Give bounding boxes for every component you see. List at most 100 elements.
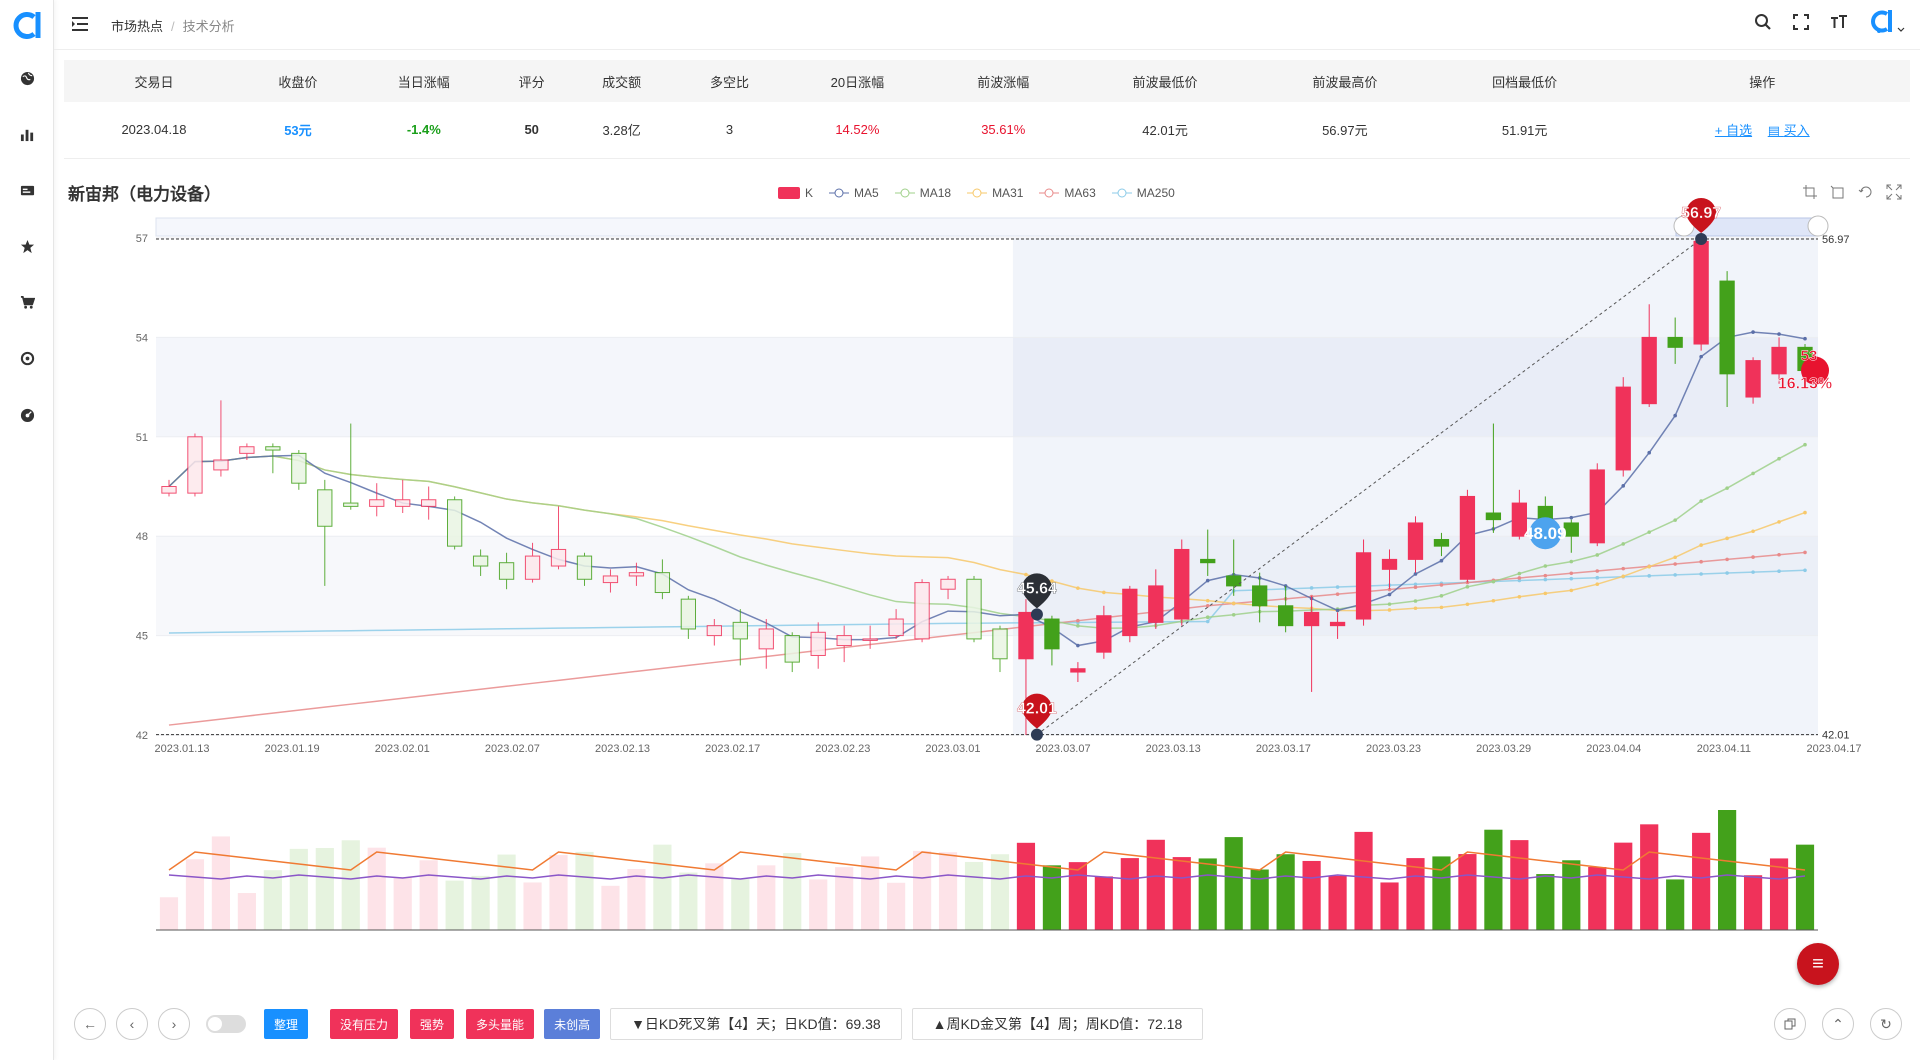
candle-body: [395, 499, 411, 507]
y-tick-label: 51: [136, 432, 148, 444]
volume-bar: [1666, 879, 1685, 930]
volume-ma-line: [168, 874, 1806, 880]
candle: [187, 433, 203, 497]
volume-bar: [990, 854, 1010, 930]
volume-bar: [1302, 860, 1321, 930]
marker-label: 42.01: [1017, 701, 1057, 718]
ma-point: [1543, 591, 1548, 596]
candle-body: [1615, 386, 1631, 471]
copy-icon[interactable]: [1774, 1008, 1806, 1040]
ma-point: [1076, 643, 1080, 648]
ma-point: [1439, 605, 1444, 610]
marker-dot: [1030, 728, 1043, 741]
scroll-top-icon[interactable]: ⌃: [1822, 1008, 1854, 1040]
candle-body: [836, 635, 852, 647]
ma-point: [1673, 413, 1677, 418]
candle-body: [265, 446, 281, 451]
tag-not-new-high[interactable]: 未创高: [544, 1009, 601, 1039]
volume-bar: [1068, 862, 1087, 930]
ma-point: [1699, 499, 1703, 503]
volume-bar: [1536, 874, 1555, 930]
marker-dot: [1030, 608, 1043, 621]
ma-point: [1491, 598, 1496, 603]
ma-point: [1076, 624, 1080, 628]
toggle-switch[interactable]: [206, 1015, 246, 1033]
candle-body: [550, 548, 567, 567]
ma-point: [1699, 559, 1703, 564]
ma-point: [1595, 575, 1600, 580]
ma-point: [1595, 569, 1600, 573]
ma-point: [1569, 559, 1574, 564]
ma-point: [1076, 618, 1080, 623]
ma-point: [1076, 586, 1080, 590]
candle-body: [524, 555, 541, 580]
x-tick-label: 2023.02.01: [375, 743, 430, 755]
tag-consolidate[interactable]: 整理: [264, 1009, 309, 1039]
volume-bar: [1042, 865, 1062, 930]
x-tick-label: 2023.01.13: [154, 743, 209, 755]
ma-point: [1595, 582, 1600, 586]
menu-fab-button[interactable]: ≡: [1797, 943, 1839, 985]
candle-body: [1667, 336, 1683, 348]
ma-point: [1387, 608, 1392, 612]
ma-point: [1309, 586, 1314, 590]
current-price-label: 53: [1801, 348, 1818, 365]
ma-point: [1231, 612, 1236, 617]
volume-bar: [523, 882, 542, 930]
candle-body: [213, 459, 229, 471]
volume-bar: [1718, 810, 1737, 930]
ma-point: [1803, 510, 1807, 515]
tag-strong[interactable]: 强势: [410, 1009, 455, 1039]
volume-bar: [289, 848, 308, 930]
volume-bar: [367, 847, 386, 930]
x-tick-label: 2023.04.17: [1806, 743, 1861, 755]
candle-body: [472, 555, 489, 567]
candle: [1459, 489, 1476, 583]
ma-point: [1205, 598, 1210, 603]
candle-body: [1174, 548, 1190, 620]
ma-point: [1751, 529, 1755, 534]
candlestick-chart[interactable]: 57 54 51 48 45 42 56.97 42.01 2023.01.13 2023.01…: [0, 0, 1920, 1000]
tag-bullish-volume[interactable]: 多头量能: [466, 1009, 535, 1039]
candle-body: [1381, 558, 1398, 570]
next-button[interactable]: ›: [158, 1008, 190, 1040]
candle: [1355, 539, 1372, 626]
x-tick-label: 2023.03.07: [1036, 743, 1091, 755]
candle-body: [1719, 280, 1735, 375]
candle-body: [1252, 585, 1268, 607]
candle-body: [914, 582, 930, 640]
ma-point: [1543, 577, 1548, 582]
ma-point: [1413, 585, 1418, 590]
volume-bar: [549, 855, 568, 930]
current-change-label: 16.13%: [1778, 376, 1832, 393]
marker-label: 56.97: [1681, 205, 1721, 222]
tag-no-pressure[interactable]: 没有压力: [330, 1009, 399, 1039]
candle: [291, 450, 307, 490]
prev-button[interactable]: ‹: [116, 1008, 148, 1040]
ma-point: [1335, 608, 1340, 613]
candle: [265, 443, 281, 474]
volume-bar: [419, 860, 438, 930]
candle-body: [1589, 469, 1605, 544]
back-button[interactable]: ←: [74, 1008, 106, 1040]
volume-bar: [887, 882, 906, 930]
volume-bar: [471, 875, 490, 930]
refresh-icon[interactable]: ↻: [1870, 1008, 1902, 1040]
volume-bar: [1562, 860, 1581, 930]
ma-point: [1725, 571, 1729, 575]
volume-bar: [159, 897, 179, 930]
y-tick-label: 57: [136, 233, 148, 245]
candle-body: [732, 621, 748, 640]
candle-body: [446, 499, 463, 547]
candle-body: [940, 578, 956, 590]
ma-point: [1569, 515, 1574, 520]
candle-body: [680, 598, 697, 630]
ma-point: [1439, 583, 1444, 587]
volume-bar: [1432, 856, 1451, 930]
ma-point: [1751, 555, 1755, 559]
ma-point: [1205, 578, 1210, 583]
x-tick-label: 2023.01.19: [265, 743, 320, 755]
candle-body: [317, 489, 333, 527]
candle-body: [498, 562, 515, 580]
candle-body: [1745, 360, 1761, 398]
